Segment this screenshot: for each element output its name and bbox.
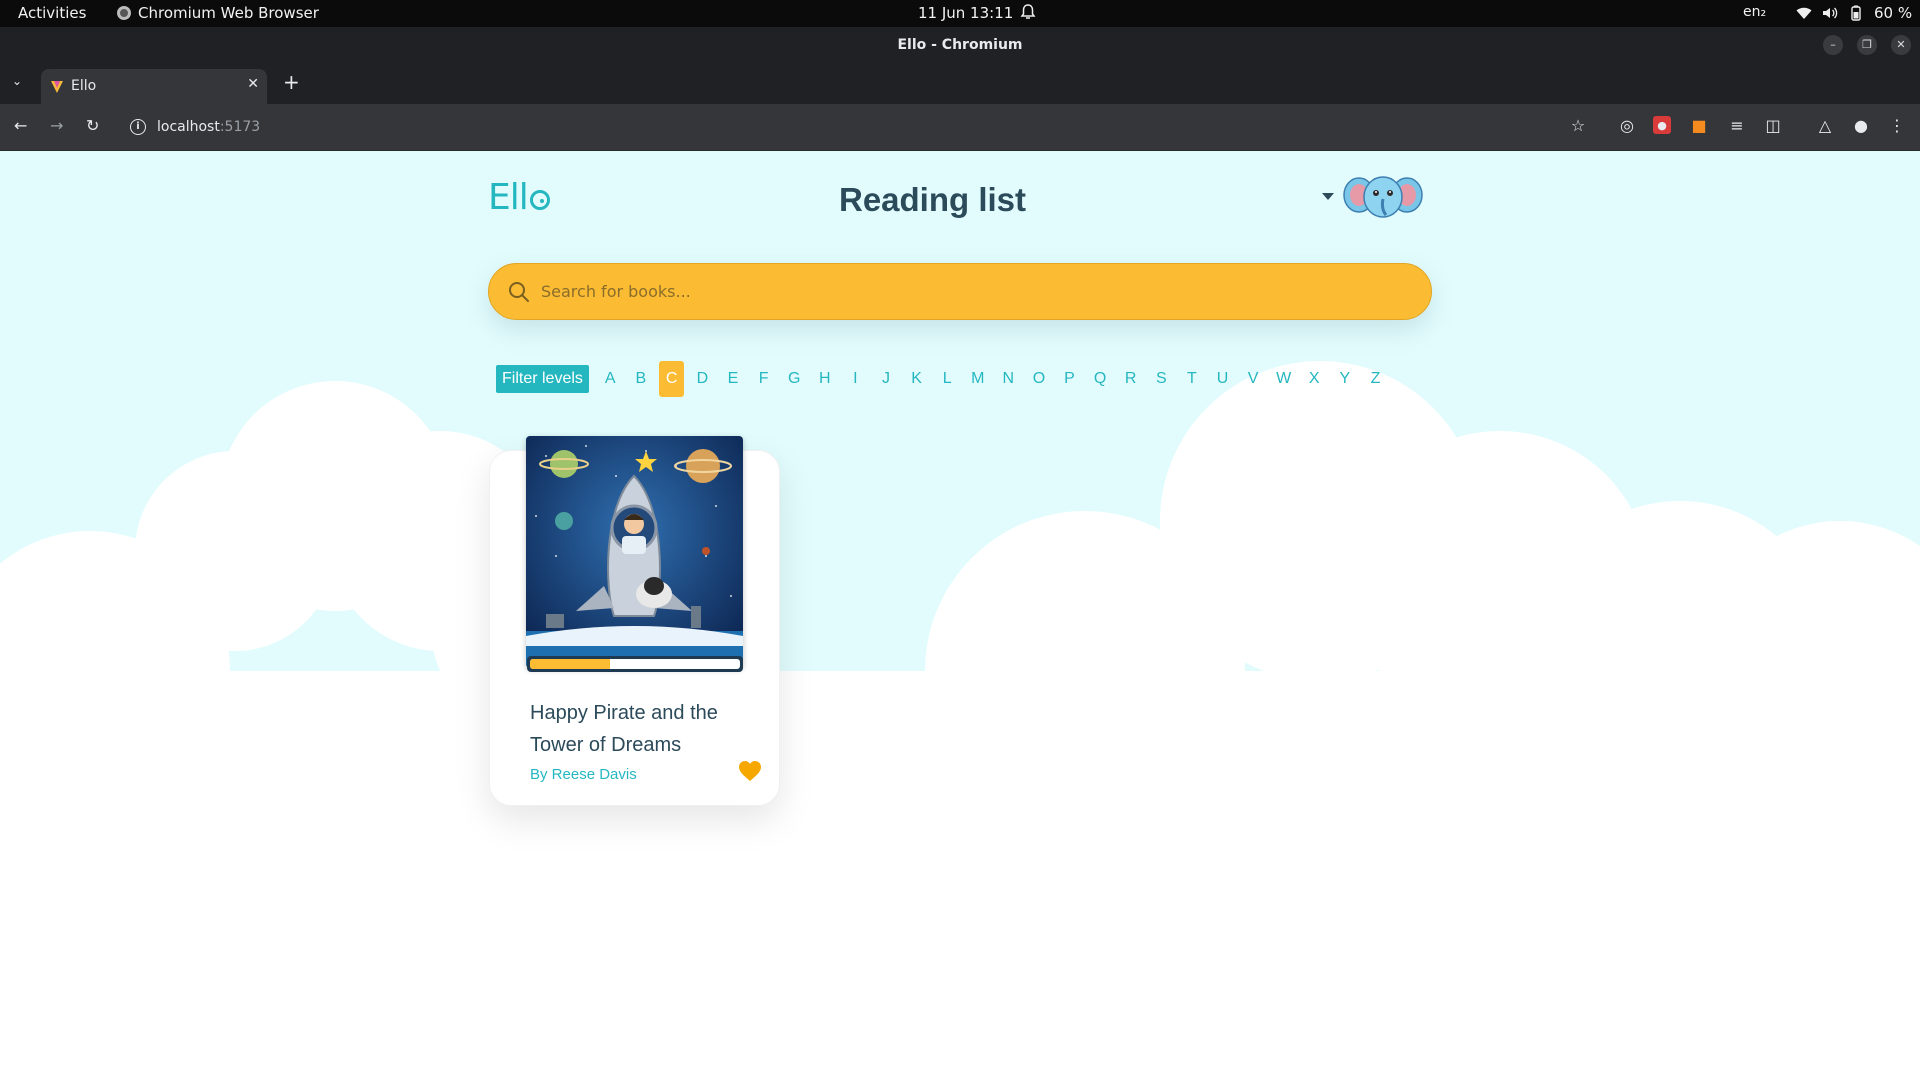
back-button[interactable]: ←: [14, 116, 27, 135]
window-title: Ello - Chromium: [897, 37, 1023, 53]
volume-icon: [1823, 7, 1838, 19]
window-title-bar: Ello - Chromium – ❐ ✕: [0, 27, 1920, 64]
new-tab-button[interactable]: +: [283, 70, 300, 94]
close-tab-icon[interactable]: ✕: [247, 76, 259, 92]
reading-progress-bar: [527, 656, 743, 672]
filter-level-z[interactable]: Z: [1360, 361, 1391, 397]
filter-level-b[interactable]: B: [626, 361, 657, 397]
chromium-icon: [117, 6, 131, 20]
book-title[interactable]: Happy Pirate and the Tower of Dreams: [530, 697, 755, 761]
filter-level-l[interactable]: L: [932, 361, 963, 397]
filter-level-f[interactable]: F: [748, 361, 779, 397]
extension-target-icon[interactable]: ◎: [1617, 116, 1637, 136]
url-text: localhost:5173: [157, 119, 260, 135]
menu-kebab-icon[interactable]: ⋮: [1887, 116, 1907, 136]
tab-ello[interactable]: Ello ✕: [41, 69, 267, 104]
tab-search-chevron-icon[interactable]: ⌄: [12, 74, 22, 88]
ello-favicon-icon: [51, 81, 63, 93]
labs-flask-icon[interactable]: △: [1815, 116, 1835, 136]
profile-icon[interactable]: ●: [1851, 116, 1871, 136]
extension-reader-icon[interactable]: ≡: [1727, 116, 1747, 136]
clock[interactable]: 11 Jun 13:11: [918, 4, 1013, 22]
filter-level-i[interactable]: I: [840, 361, 871, 397]
notification-bell-icon: [1020, 3, 1036, 25]
minimize-button[interactable]: –: [1823, 35, 1843, 55]
wifi-icon: [1796, 7, 1812, 19]
book-author: By Reese Davis: [530, 766, 637, 783]
book-search-bar[interactable]: [488, 263, 1432, 320]
restore-button[interactable]: ❐: [1857, 35, 1877, 55]
app-menu[interactable]: Chromium Web Browser: [117, 4, 319, 22]
filter-level-a[interactable]: A: [595, 361, 626, 397]
filter-level-v[interactable]: V: [1238, 361, 1269, 397]
filter-level-x[interactable]: X: [1299, 361, 1330, 397]
progress-fill: [530, 659, 610, 669]
system-tray[interactable]: 60 %: [1796, 4, 1912, 22]
filter-level-g[interactable]: G: [779, 361, 810, 397]
page-viewport: Ell Reading list Filter levels A B C D E…: [0, 151, 1920, 1080]
extensions-puzzle-icon[interactable]: ◫: [1763, 116, 1783, 136]
bookmark-star-icon[interactable]: ☆: [1568, 116, 1588, 136]
filter-level-e[interactable]: E: [718, 361, 749, 397]
filter-level-w[interactable]: W: [1268, 361, 1299, 397]
filter-level-s[interactable]: S: [1146, 361, 1177, 397]
filter-level-q[interactable]: Q: [1085, 361, 1116, 397]
url-port: :5173: [219, 119, 261, 135]
filter-levels-button[interactable]: Filter levels: [496, 365, 589, 393]
activities-button[interactable]: Activities: [18, 4, 86, 22]
extension-orange-icon[interactable]: ■: [1689, 116, 1709, 136]
system-top-bar: Activities Chromium Web Browser 11 Jun 1…: [0, 0, 1920, 27]
filter-level-m[interactable]: M: [962, 361, 993, 397]
favorite-heart-icon[interactable]: [738, 760, 762, 782]
filter-level-c[interactable]: C: [659, 361, 685, 397]
filter-level-r[interactable]: R: [1115, 361, 1146, 397]
filter-level-p[interactable]: P: [1054, 361, 1085, 397]
battery-percentage: 60 %: [1874, 4, 1913, 22]
level-filter-bar: Filter levels A B C D E F G H I J K L M …: [496, 361, 1391, 397]
battery-icon: [1851, 5, 1861, 21]
filter-level-t[interactable]: T: [1177, 361, 1208, 397]
address-bar[interactable]: i localhost:5173: [120, 111, 1600, 145]
filter-level-h[interactable]: H: [809, 361, 840, 397]
book-cover-image[interactable]: [526, 436, 743, 668]
page-title: Reading list: [838, 181, 1027, 218]
app-menu-label: Chromium Web Browser: [138, 4, 319, 22]
progress-track: [530, 659, 740, 669]
search-input[interactable]: [541, 264, 1401, 319]
filter-level-y[interactable]: Y: [1330, 361, 1361, 397]
account-menu[interactable]: [1322, 173, 1424, 219]
extension-red-icon[interactable]: ●: [1653, 116, 1671, 134]
filter-level-k[interactable]: K: [901, 361, 932, 397]
filter-level-u[interactable]: U: [1207, 361, 1238, 397]
input-language-indicator[interactable]: en₂: [1743, 4, 1766, 20]
elephant-avatar-icon: [1343, 176, 1423, 218]
reload-button[interactable]: ↻: [86, 116, 99, 135]
browser-toolbar: ← → ↻ i localhost:5173 ☆ ◎ ● ■ ≡ ◫ △ ● ⋮: [0, 104, 1920, 151]
filter-level-d[interactable]: D: [687, 361, 718, 397]
search-icon: [509, 282, 529, 302]
site-info-icon[interactable]: i: [130, 119, 146, 135]
close-window-button[interactable]: ✕: [1891, 35, 1911, 55]
filter-level-o[interactable]: O: [1024, 361, 1055, 397]
filter-level-n[interactable]: N: [993, 361, 1024, 397]
filter-level-j[interactable]: J: [871, 361, 902, 397]
dropdown-caret-icon: [1322, 192, 1334, 200]
tab-strip: ⌄ Ello ✕ +: [0, 64, 1920, 104]
forward-button[interactable]: →: [50, 116, 63, 135]
url-host: localhost: [157, 119, 220, 135]
tab-title: Ello: [71, 78, 97, 94]
